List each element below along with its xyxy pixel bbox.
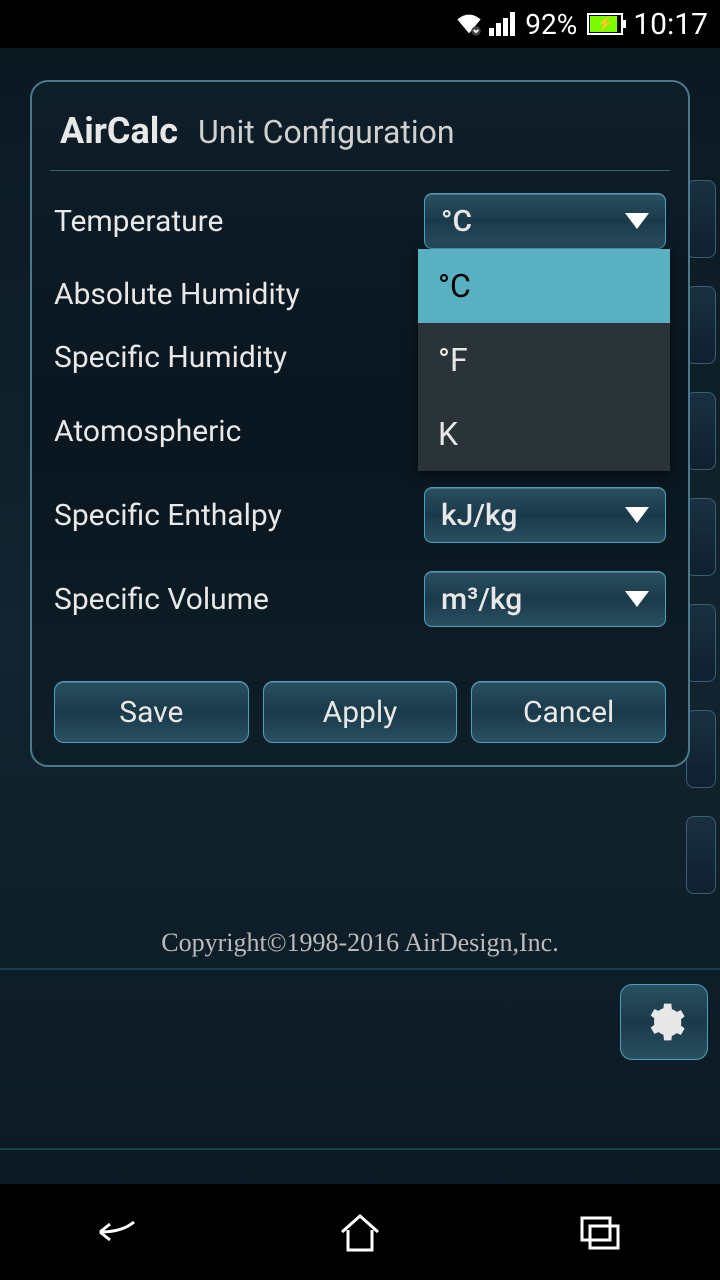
row-specific-volume: Specific Volume m³/kg bbox=[50, 557, 670, 641]
select-temperature[interactable]: °C bbox=[424, 193, 666, 249]
apply-button[interactable]: Apply bbox=[263, 681, 458, 743]
chevron-down-icon bbox=[625, 213, 649, 229]
settings-button[interactable] bbox=[620, 984, 708, 1060]
background-tabs bbox=[686, 180, 716, 894]
dropdown-option-kelvin[interactable]: K bbox=[418, 397, 670, 471]
label-absolute-humidity: Absolute Humidity bbox=[54, 277, 300, 312]
wifi-icon bbox=[455, 12, 483, 36]
dialog-header: AirCalc Unit Configuration bbox=[50, 100, 670, 171]
home-button[interactable] bbox=[320, 1202, 400, 1262]
bg-tab[interactable] bbox=[686, 498, 716, 576]
dialog-buttons: Save Apply Cancel bbox=[50, 681, 670, 743]
select-value-enthalpy: kJ/kg bbox=[441, 498, 517, 533]
dialog-title: Unit Configuration bbox=[198, 113, 455, 151]
battery-percentage: 92% bbox=[525, 8, 577, 41]
label-specific-volume: Specific Volume bbox=[54, 582, 269, 617]
recent-button[interactable] bbox=[560, 1202, 640, 1262]
app-name: AirCalc bbox=[60, 110, 178, 152]
recent-icon bbox=[576, 1212, 624, 1252]
select-specific-volume[interactable]: m³/kg bbox=[424, 571, 666, 627]
nav-bar bbox=[0, 1184, 720, 1280]
dropdown-option-celsius[interactable]: °C bbox=[418, 249, 670, 323]
back-button[interactable] bbox=[80, 1202, 160, 1262]
status-bar: 92% ⚡ 10:17 bbox=[0, 0, 720, 48]
chevron-down-icon bbox=[625, 507, 649, 523]
row-temperature: Temperature °C °C °F K bbox=[50, 179, 670, 263]
divider bbox=[0, 968, 720, 970]
save-button[interactable]: Save bbox=[54, 681, 249, 743]
signal-icon bbox=[489, 12, 515, 36]
copyright-text: Copyright©1998-2016 AirDesign,Inc. bbox=[0, 928, 720, 958]
chevron-down-icon bbox=[625, 591, 649, 607]
temperature-dropdown: °C °F K bbox=[418, 249, 670, 471]
bg-tab[interactable] bbox=[686, 710, 716, 788]
bg-tab[interactable] bbox=[686, 286, 716, 364]
unit-config-dialog: AirCalc Unit Configuration Temperature °… bbox=[30, 80, 690, 767]
select-specific-enthalpy[interactable]: kJ/kg bbox=[424, 487, 666, 543]
label-atmospheric: Atomospheric bbox=[54, 414, 241, 449]
divider bbox=[0, 1148, 720, 1150]
gear-icon bbox=[642, 1000, 686, 1044]
bg-tab[interactable] bbox=[686, 392, 716, 470]
label-temperature: Temperature bbox=[54, 204, 223, 239]
cancel-button[interactable]: Cancel bbox=[471, 681, 666, 743]
back-icon bbox=[92, 1212, 148, 1252]
status-icons bbox=[455, 12, 515, 36]
home-icon bbox=[336, 1210, 384, 1254]
bg-tab[interactable] bbox=[686, 816, 716, 894]
bg-tab[interactable] bbox=[686, 604, 716, 682]
clock: 10:17 bbox=[633, 7, 708, 42]
label-specific-enthalpy: Specific Enthalpy bbox=[54, 498, 282, 533]
select-value-volume: m³/kg bbox=[441, 582, 522, 617]
select-value-temperature: °C bbox=[441, 204, 472, 239]
battery-icon: ⚡ bbox=[587, 13, 623, 35]
bg-tab[interactable] bbox=[686, 180, 716, 258]
row-specific-enthalpy: Specific Enthalpy kJ/kg bbox=[50, 473, 670, 557]
dropdown-option-fahrenheit[interactable]: °F bbox=[418, 323, 670, 397]
label-specific-humidity: Specific Humidity bbox=[54, 340, 287, 375]
